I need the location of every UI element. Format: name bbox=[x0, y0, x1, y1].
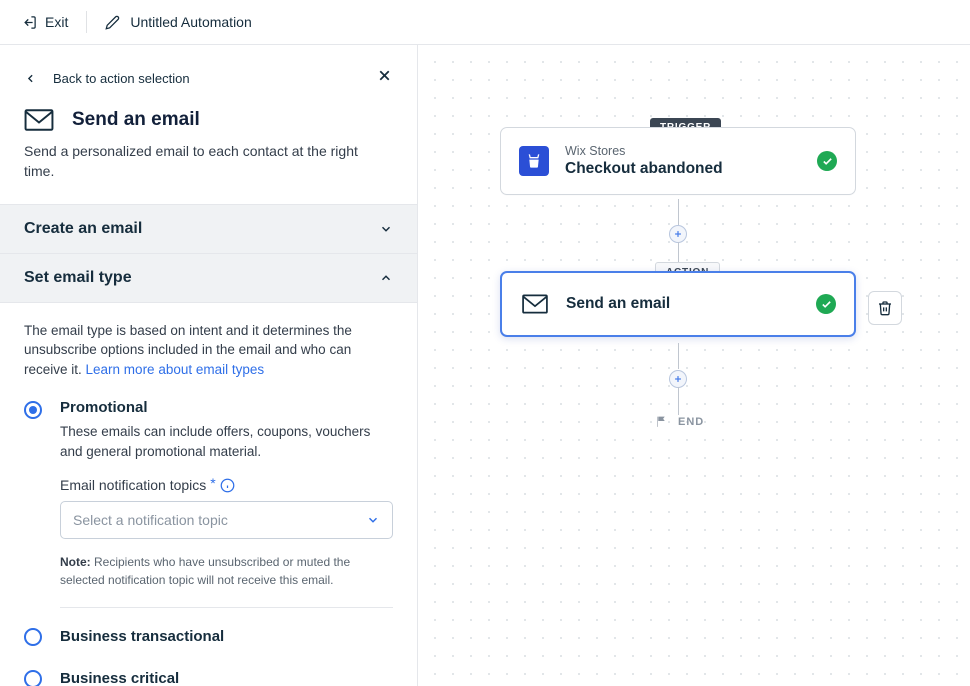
info-icon[interactable] bbox=[220, 478, 235, 493]
section-description: Send a personalized email to each contac… bbox=[24, 141, 364, 182]
check-icon bbox=[816, 294, 836, 314]
exit-icon bbox=[22, 15, 37, 30]
chevron-down-icon bbox=[379, 222, 393, 236]
radio-promotional-desc: These emails can include offers, coupons… bbox=[60, 422, 393, 461]
exit-label: Exit bbox=[45, 14, 68, 30]
chevron-down-icon bbox=[366, 513, 380, 527]
automation-canvas[interactable]: TRIGGER Wix Stores Checkout abandoned AC… bbox=[418, 45, 970, 686]
add-step-button[interactable] bbox=[669, 225, 687, 243]
automation-title-text: Untitled Automation bbox=[130, 14, 251, 30]
connector-line bbox=[678, 343, 679, 369]
back-button[interactable]: Back to action selection bbox=[24, 71, 190, 86]
back-label: Back to action selection bbox=[53, 71, 190, 86]
action-card[interactable]: Send an email bbox=[500, 271, 856, 337]
end-label: END bbox=[678, 416, 704, 428]
top-bar: Exit Untitled Automation bbox=[0, 0, 970, 45]
end-marker: END bbox=[655, 415, 704, 428]
radio-promotional-label: Promotional bbox=[60, 399, 393, 416]
email-type-description: The email type is based on intent and it… bbox=[24, 321, 393, 380]
connector-line bbox=[678, 387, 679, 415]
select-placeholder: Select a notification topic bbox=[73, 512, 228, 528]
accordion-type-label: Set email type bbox=[24, 269, 132, 287]
notification-topic-select[interactable]: Select a notification topic bbox=[60, 501, 393, 539]
section-title: Send an email bbox=[72, 109, 200, 131]
plus-icon bbox=[673, 374, 683, 384]
trigger-source: Wix Stores bbox=[565, 144, 801, 158]
action-title: Send an email bbox=[566, 295, 800, 313]
wix-stores-icon bbox=[519, 146, 549, 176]
notification-topics-label: Email notification topics bbox=[60, 477, 206, 493]
pencil-icon bbox=[105, 15, 120, 30]
accordion-set-email-type[interactable]: Set email type bbox=[0, 254, 417, 303]
flag-icon bbox=[655, 415, 668, 428]
accordion-create-email[interactable]: Create an email bbox=[0, 204, 417, 254]
radio-transactional-row[interactable]: Business transactional bbox=[24, 626, 393, 646]
check-icon bbox=[817, 151, 837, 171]
notification-note: Note: Recipients who have unsubscribed o… bbox=[60, 553, 393, 589]
radio-selected-dot bbox=[29, 406, 37, 414]
divider bbox=[86, 11, 87, 33]
add-step-button[interactable] bbox=[669, 370, 687, 388]
delete-step-button[interactable] bbox=[868, 291, 902, 325]
envelope-icon bbox=[24, 109, 54, 131]
radio-critical[interactable] bbox=[24, 670, 42, 686]
exit-button[interactable]: Exit bbox=[22, 10, 86, 34]
radio-transactional-label: Business transactional bbox=[60, 628, 224, 645]
connector-line bbox=[678, 199, 679, 225]
required-asterisk: * bbox=[210, 475, 215, 491]
radio-promotional[interactable] bbox=[24, 401, 42, 419]
config-sidebar: Back to action selection Send an email S… bbox=[0, 45, 418, 686]
automation-title-button[interactable]: Untitled Automation bbox=[105, 14, 251, 30]
learn-more-link[interactable]: Learn more about email types bbox=[86, 362, 265, 377]
chevron-up-icon bbox=[379, 271, 393, 285]
close-button[interactable] bbox=[376, 67, 393, 89]
radio-critical-row[interactable]: Business critical bbox=[24, 668, 393, 686]
chevron-left-icon bbox=[24, 72, 37, 85]
trigger-card[interactable]: Wix Stores Checkout abandoned bbox=[500, 127, 856, 195]
radio-transactional[interactable] bbox=[24, 628, 42, 646]
plus-icon bbox=[673, 229, 683, 239]
close-icon bbox=[376, 67, 393, 84]
envelope-icon bbox=[520, 289, 550, 319]
radio-critical-label: Business critical bbox=[60, 670, 179, 686]
trash-icon bbox=[877, 300, 893, 316]
trigger-title: Checkout abandoned bbox=[565, 160, 801, 178]
accordion-create-label: Create an email bbox=[24, 220, 142, 238]
divider bbox=[60, 607, 393, 608]
